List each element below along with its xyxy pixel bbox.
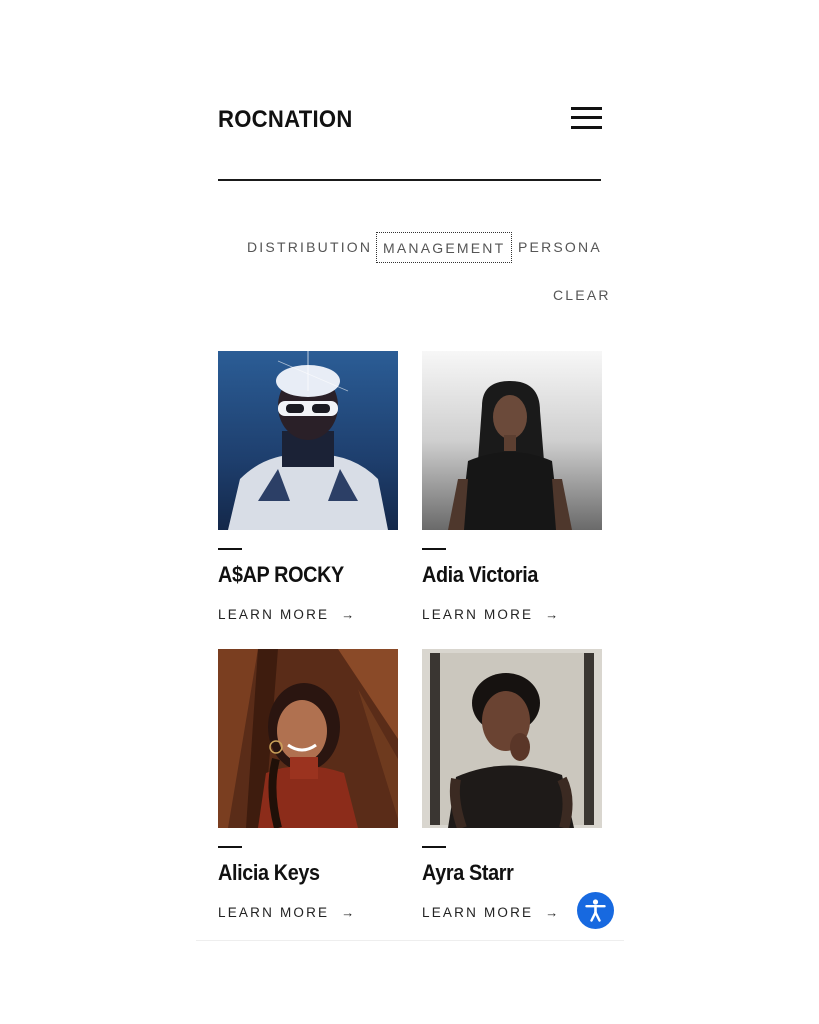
artist-name[interactable]: A$AP ROCKY (218, 562, 344, 588)
filter-distribution[interactable]: DISTRIBUTION (247, 239, 372, 255)
learn-more-label: LEARN MORE (422, 905, 534, 920)
artist-name[interactable]: Adia Victoria (422, 562, 538, 588)
artist-photo-alicia-keys[interactable] (218, 649, 398, 828)
clear-filters-button[interactable]: CLEAR (553, 287, 611, 303)
arrow-right-icon: → (545, 607, 559, 622)
footer-divider (196, 940, 624, 941)
artist-photo-ayra-starr[interactable] (422, 649, 602, 828)
alicia-keys-photo-image (218, 649, 398, 828)
filter-management[interactable]: MANAGEMENT (376, 232, 513, 263)
learn-more-label: LEARN MORE (218, 607, 330, 622)
asap-rocky-photo-image (218, 351, 398, 530)
site-logo[interactable]: ROCNATION (218, 106, 353, 134)
artist-name[interactable]: Alicia Keys (218, 860, 320, 886)
arrow-right-icon: → (341, 607, 355, 622)
header-divider (218, 179, 601, 181)
artist-name[interactable]: Ayra Starr (422, 860, 514, 886)
menu-line (571, 107, 602, 110)
ayra-starr-photo-image (422, 649, 602, 828)
arrow-right-icon: → (341, 905, 355, 920)
menu-line (571, 116, 602, 119)
learn-more-label: LEARN MORE (218, 905, 330, 920)
menu-line (571, 126, 602, 129)
learn-more-link[interactable]: LEARN MORE → (422, 905, 558, 920)
learn-more-link[interactable]: LEARN MORE → (422, 607, 558, 622)
accessibility-button[interactable] (577, 892, 614, 929)
artist-photo-adia-victoria[interactable] (422, 351, 602, 530)
accessibility-person-icon (585, 899, 606, 922)
hamburger-menu-icon[interactable] (568, 104, 604, 132)
artist-photo-asap-rocky[interactable] (218, 351, 398, 530)
card-divider (218, 846, 242, 848)
card-divider (218, 548, 242, 550)
arrow-right-icon: → (545, 905, 559, 920)
learn-more-link[interactable]: LEARN MORE → (218, 905, 354, 920)
filter-bar: DISTRIBUTION MANAGEMENT PERSONALI (218, 232, 601, 264)
learn-more-label: LEARN MORE (422, 607, 534, 622)
card-divider (422, 846, 446, 848)
learn-more-link[interactable]: LEARN MORE → (218, 607, 354, 622)
adia-victoria-photo-image (422, 351, 602, 530)
card-divider (422, 548, 446, 550)
filter-personal[interactable]: PERSONALI (518, 239, 601, 255)
